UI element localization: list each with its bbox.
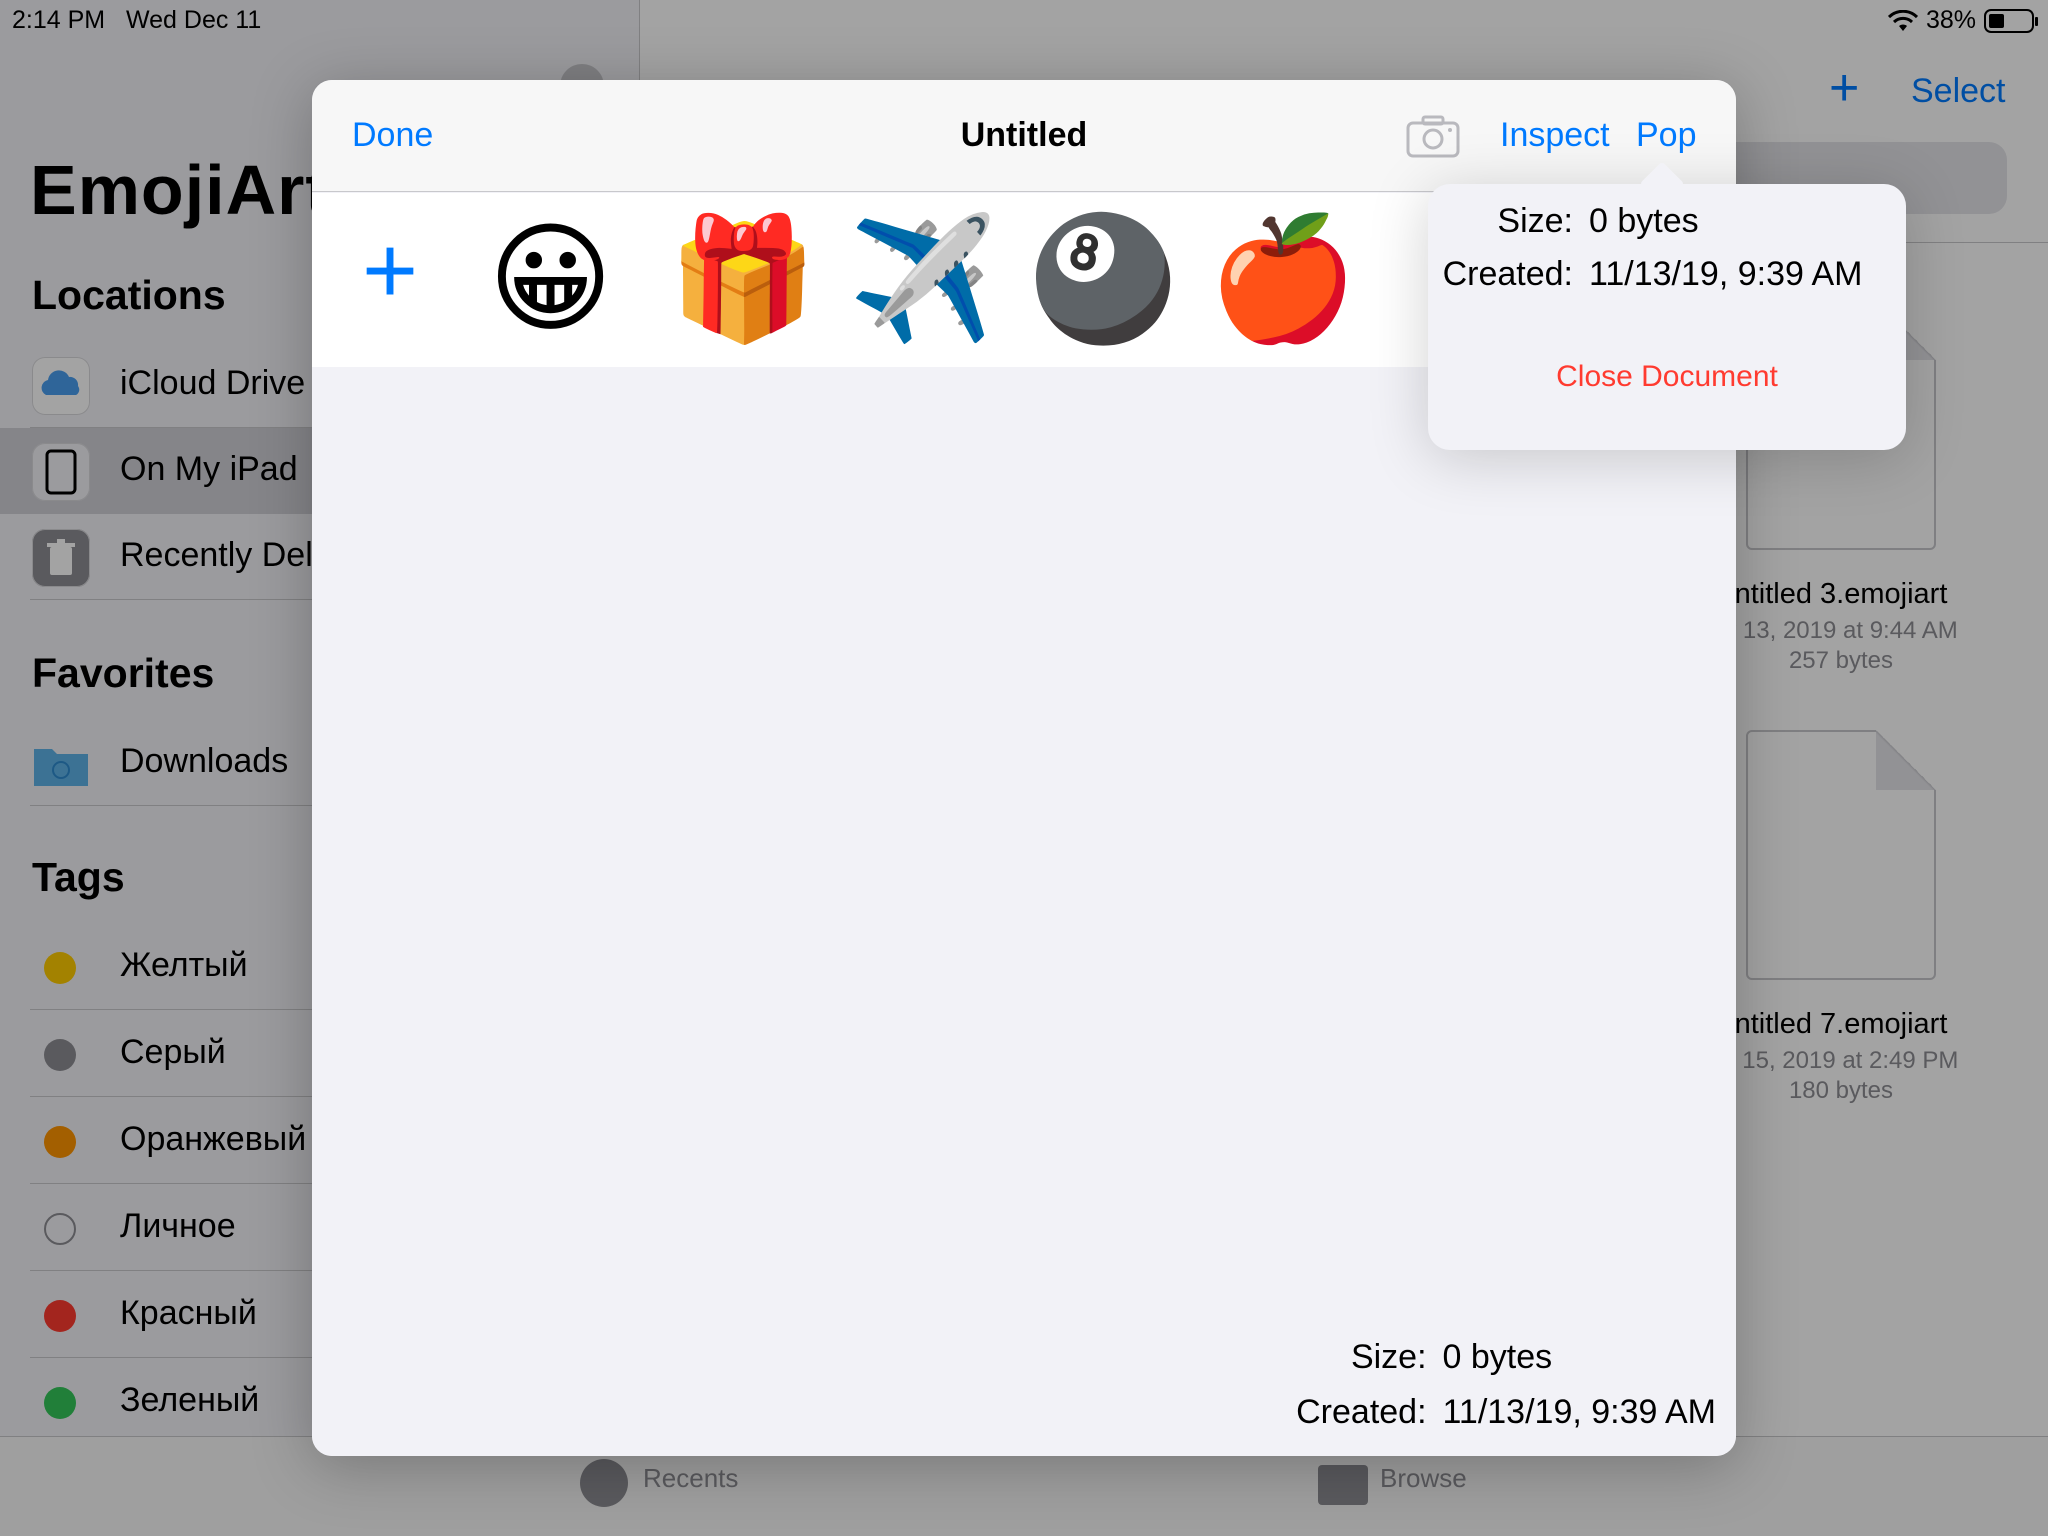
- camera-icon[interactable]: [1406, 114, 1460, 163]
- emoji-item[interactable]: ✈️: [848, 211, 997, 349]
- document-navbar: Done Untitled Inspect Pop: [312, 80, 1736, 192]
- size-label: Size:: [1350, 1338, 1427, 1376]
- emoji-item[interactable]: 🎁: [668, 211, 817, 349]
- size-value: 0 bytes: [1589, 202, 1699, 240]
- emoji-item[interactable]: 😀: [488, 211, 613, 349]
- document-info: Size: 0 bytes Created: 11/13/19, 9:39 AM: [1296, 1338, 1716, 1432]
- pop-button[interactable]: Pop: [1636, 116, 1697, 155]
- document-info-popover: Size: 0 bytes Created: 11/13/19, 9:39 AM…: [1428, 184, 1906, 450]
- created-label: Created:: [1296, 1393, 1427, 1431]
- popover-info: Size: 0 bytes Created: 11/13/19, 9:39 AM: [1428, 202, 1906, 294]
- add-emoji-button[interactable]: +: [362, 223, 418, 319]
- created-value: 11/13/19, 9:39 AM: [1589, 255, 1863, 293]
- inspect-button[interactable]: Inspect: [1500, 116, 1610, 155]
- emoji-item[interactable]: 🍎: [1208, 211, 1357, 349]
- created-value: 11/13/19, 9:39 AM: [1442, 1393, 1716, 1431]
- created-label: Created:: [1442, 255, 1573, 293]
- close-document-button[interactable]: Close Document: [1428, 360, 1906, 394]
- size-value: 0 bytes: [1442, 1338, 1553, 1376]
- document-canvas[interactable]: Size: 0 bytes Created: 11/13/19, 9:39 AM: [312, 367, 1736, 1456]
- size-label: Size:: [1497, 202, 1573, 240]
- emoji-item[interactable]: 🎱: [1028, 211, 1177, 349]
